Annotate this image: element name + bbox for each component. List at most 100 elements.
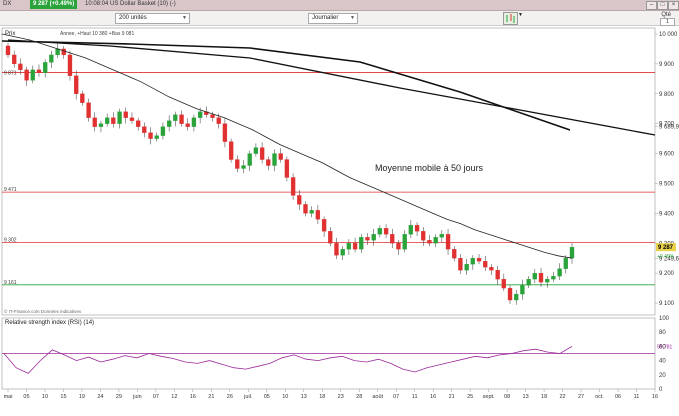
- candle-body: [408, 225, 414, 235]
- candle-body: [247, 153, 252, 166]
- x-axis-label: 05: [264, 394, 270, 400]
- x-axis-label: 27: [578, 394, 584, 400]
- candle-body: [458, 258, 463, 271]
- candle-body: [24, 69, 29, 81]
- candle-body: [383, 228, 389, 235]
- candle-body: [569, 246, 575, 259]
- candle-body: [489, 267, 494, 271]
- candle-body: [545, 278, 550, 283]
- candle-body: [532, 272, 537, 280]
- candle-body: [12, 54, 17, 65]
- candle-body: [92, 117, 97, 127]
- source-note: © IT-Finance.com Données indicatives: [4, 308, 82, 314]
- x-axis-label: 21: [208, 394, 214, 400]
- candle-body: [507, 287, 513, 301]
- price-axis-label: 9 689,9: [659, 125, 679, 131]
- x-axis-label: 29: [116, 394, 122, 400]
- candle-body: [135, 120, 141, 127]
- candle-body: [340, 249, 345, 256]
- candle-body: [18, 63, 23, 71]
- candle-body: [129, 117, 135, 121]
- candle-body: [483, 261, 488, 268]
- price-axis-label: 9 900: [659, 62, 675, 68]
- candle-body: [210, 114, 215, 118]
- candle-body: [216, 117, 221, 124]
- candle-body: [43, 62, 48, 73]
- x-axis-label: 10: [42, 394, 48, 400]
- candle-body: [98, 123, 104, 127]
- rsi-axis-label: 20: [659, 373, 666, 379]
- candle-body: [334, 243, 339, 256]
- candle-body: [309, 210, 314, 214]
- level-label: 9 161: [4, 280, 17, 286]
- candle-body: [105, 117, 110, 124]
- x-axis-label: 13: [301, 394, 307, 400]
- x-axis-label: 15: [60, 394, 66, 400]
- price-axis-label: 9 800: [659, 92, 675, 98]
- x-axis-label: 11: [634, 394, 640, 400]
- candle-body: [49, 54, 54, 63]
- candle-body: [526, 278, 531, 286]
- candle-body: [154, 135, 159, 139]
- x-axis-label: 16: [190, 394, 196, 400]
- x-axis-label: 07: [393, 394, 399, 400]
- candle-body: [315, 210, 321, 220]
- candle-body: [284, 159, 290, 178]
- price-axis-label: 9 500: [659, 181, 675, 187]
- candle-body: [551, 275, 556, 280]
- candle-body: [259, 147, 265, 160]
- candle-body: [179, 114, 184, 124]
- candle-body: [67, 54, 73, 76]
- candle-body: [538, 272, 544, 283]
- candle-body: [253, 147, 259, 154]
- x-axis-label: 22: [560, 394, 566, 400]
- candle-body: [390, 234, 395, 244]
- candle-body: [241, 165, 246, 169]
- candle-body: [303, 204, 308, 214]
- rsi-axis-label: 40: [659, 359, 666, 365]
- candle-body: [464, 264, 469, 271]
- price-chart[interactable]: 10 0009 9009 8009 7009 689,99 6009 5009 …: [0, 0, 679, 416]
- price-axis-label: 10 000: [659, 32, 678, 38]
- candle-body: [476, 258, 482, 262]
- candle-body: [514, 293, 519, 301]
- candle-body: [228, 141, 234, 160]
- candle-body: [402, 234, 407, 250]
- candle-body: [148, 132, 153, 139]
- candle-body: [235, 159, 240, 169]
- candle-body: [396, 243, 401, 250]
- x-axis-label: 16: [652, 394, 658, 400]
- candle-body: [495, 270, 500, 280]
- candle-body: [166, 120, 172, 127]
- candle-body: [452, 249, 457, 259]
- x-axis-label: sept.: [483, 394, 495, 400]
- x-axis-label: 08: [504, 394, 510, 400]
- candle-body: [117, 111, 122, 124]
- candle-body: [563, 258, 568, 269]
- x-axis-label: 28: [356, 394, 362, 400]
- candle-body: [557, 268, 562, 277]
- candle-body: [36, 69, 42, 73]
- candle-body: [111, 117, 116, 124]
- x-axis-label: 10: [282, 394, 288, 400]
- candle-body: [352, 243, 358, 250]
- current-price-label: 9 287: [658, 245, 674, 251]
- candle-body: [61, 48, 66, 56]
- candle-body: [427, 240, 432, 244]
- candle-body: [5, 45, 11, 56]
- x-axis-label: 26: [227, 394, 233, 400]
- x-axis-label: juil.: [243, 394, 253, 400]
- current-change-label: +0.49%: [657, 254, 675, 260]
- x-axis-label: 11: [412, 394, 418, 400]
- candle-body: [433, 237, 438, 244]
- x-axis-label: 18: [541, 394, 547, 400]
- candle-body: [365, 237, 370, 241]
- candle-body: [439, 234, 445, 238]
- rsi-axis-label: 100: [659, 316, 670, 322]
- candle-body: [346, 243, 352, 250]
- rsi-axis-label: 80: [659, 330, 666, 336]
- candle-body: [173, 114, 178, 121]
- candle-body: [278, 153, 283, 160]
- candle-body: [377, 228, 383, 235]
- candle-body: [30, 69, 35, 81]
